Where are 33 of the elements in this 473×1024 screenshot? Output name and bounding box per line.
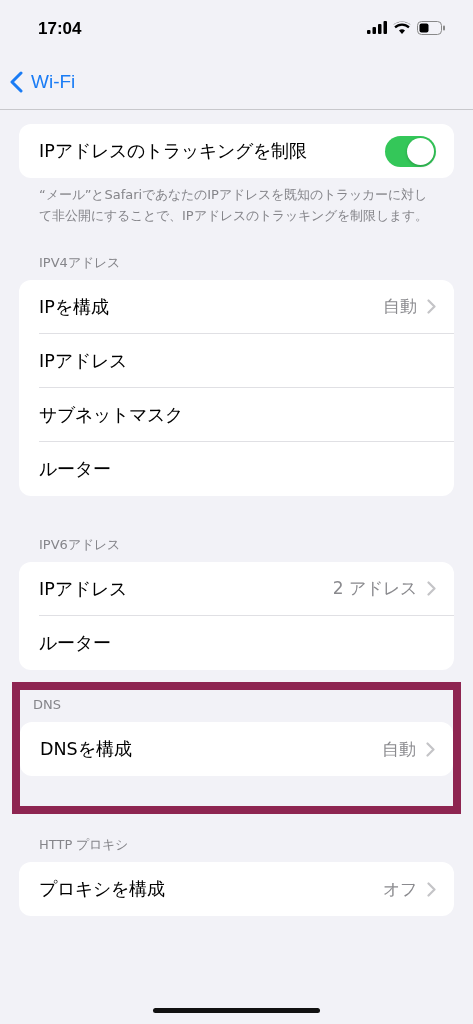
toggle-switch[interactable]	[385, 135, 436, 167]
back-chevron-icon	[10, 71, 23, 93]
row-label: ルーター	[39, 458, 112, 481]
row-value: 自動	[383, 295, 417, 318]
row-label: IPアドレスのトラッキングを制限	[39, 140, 308, 163]
section-header: IPV4アドレス	[38, 254, 121, 272]
chevron-icon	[427, 299, 436, 314]
section-header: HTTP プロキシ	[38, 836, 130, 854]
battery-icon	[417, 20, 445, 35]
back-button[interactable]: Wi-Fi	[10, 71, 76, 93]
section-footer: “メール”とSafariであなたのIPアドレスを既知のトラッカーに対して非公開にすることで、IPアドレスのトラッキングを制限します。	[19, 178, 454, 226]
settings-row[interactable]: IPアドレス 2 アドレス	[39, 562, 454, 616]
row-label: プロキシを構成	[39, 878, 166, 901]
settings-row[interactable]: DNSを構成 自動	[40, 722, 453, 776]
chevron-icon	[426, 741, 435, 757]
row-value: 自動	[382, 737, 416, 761]
row-label: ルーター	[39, 632, 112, 655]
row-value: オフ	[383, 877, 417, 901]
chevron-icon	[427, 881, 436, 897]
status-time: 17:04	[38, 17, 82, 39]
wifi-icon	[393, 21, 411, 34]
row-value: 2 アドレス	[332, 577, 417, 600]
chevron-icon	[427, 581, 436, 596]
row-label: IPアドレス	[39, 577, 128, 601]
row-label: DNSを構成	[40, 738, 133, 761]
settings-row[interactable]: プロキシを構成 オフ	[39, 862, 454, 916]
section-header: IPV6アドレス	[38, 536, 121, 554]
row-label: サブネットマスク	[39, 403, 184, 427]
section-header: DNS	[32, 696, 62, 714]
row-label: IPを構成	[39, 295, 110, 319]
settings-row[interactable]: IPを構成 自動	[39, 280, 454, 334]
row-label: IPアドレス	[39, 349, 128, 373]
signal-icon	[367, 21, 387, 34]
